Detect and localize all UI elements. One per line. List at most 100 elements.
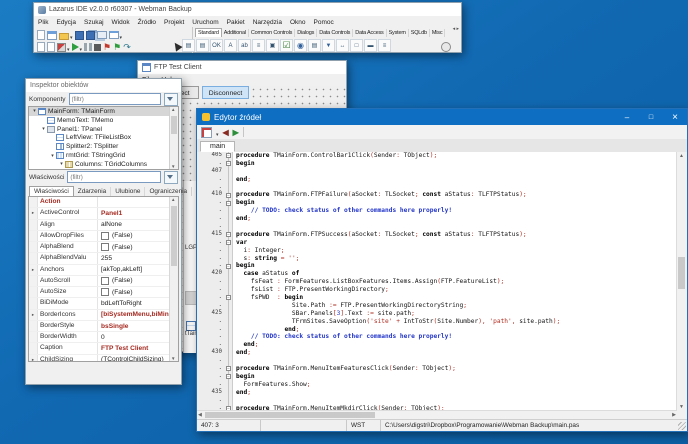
gutter-line-number[interactable]: .: [197, 278, 225, 287]
editor-titlebar[interactable]: Edytor źródeł: [197, 109, 687, 125]
gutter-line-number[interactable]: .: [197, 238, 225, 247]
inspector-tab[interactable]: Ograniczenia: [145, 187, 193, 196]
property-row[interactable]: AllowDropFiles (False): [29, 230, 178, 243]
palette-options-button[interactable]: [441, 42, 451, 52]
tree-item[interactable]: ▾ Panel1: TPanel: [29, 125, 178, 134]
tmemo-component-icon[interactable]: ≡: [252, 39, 265, 52]
palette-tab[interactable]: System: [387, 29, 409, 37]
code-line[interactable]: . procedure TMainForm.MenuItemFeaturesCli…: [197, 365, 677, 373]
inspector-titlebar[interactable]: Inspektor obiektów: [26, 79, 181, 92]
gutter-line-number[interactable]: 430: [197, 349, 225, 358]
tree-expander-icon[interactable]: ▾: [58, 161, 65, 167]
property-row[interactable]: ▸ ChildSizing (TControlChildSizing): [29, 354, 178, 361]
menu-item[interactable]: Projekt: [160, 19, 188, 26]
property-value[interactable]: (False): [98, 231, 178, 240]
property-row[interactable]: AutoScroll (False): [29, 275, 178, 288]
fold-icon[interactable]: [226, 263, 231, 269]
gutter-line-number[interactable]: .: [197, 159, 225, 168]
property-value[interactable]: [biSystemMenu,biMinimize,biMaximiz: [98, 311, 178, 318]
palette-tab[interactable]: Data Access: [353, 29, 387, 37]
property-grid-scrollbar[interactable]: [169, 197, 178, 361]
tcheckbox-component-icon[interactable]: ☑: [280, 39, 293, 52]
menu-item[interactable]: Widok: [108, 19, 134, 26]
new-form-button[interactable]: [47, 30, 57, 40]
gutter-line-number[interactable]: .: [197, 254, 225, 263]
fold-icon[interactable]: [226, 295, 231, 301]
fold-icon[interactable]: [226, 374, 231, 380]
code-line[interactable]: . var: [197, 238, 677, 247]
inspector-tab[interactable]: Właściwości: [29, 186, 74, 196]
gutter-line-number[interactable]: .: [197, 396, 225, 405]
view-forms-button[interactable]: [47, 42, 55, 52]
property-value[interactable]: 0: [98, 334, 178, 341]
property-value[interactable]: FTP Test Client: [98, 345, 178, 352]
gutter-line-number[interactable]: 420: [197, 270, 225, 279]
code-area[interactable]: 405 procedure TMainForm.ControlBar1Click(…: [197, 152, 677, 411]
fold-icon[interactable]: [226, 153, 231, 159]
code-line[interactable]: . begin: [197, 262, 677, 271]
menu-item[interactable]: Plik: [34, 19, 52, 26]
checkbox-icon[interactable]: [101, 288, 109, 297]
run-button[interactable]: [71, 38, 83, 56]
tree-item[interactable]: Splitter2: TSplitter: [29, 142, 178, 151]
run-to-cursor-button[interactable]: ↷: [123, 42, 131, 52]
code-line[interactable]: 405 procedure TMainForm.ControlBar1Click(…: [197, 152, 677, 160]
tedit-component-icon[interactable]: ab: [238, 39, 251, 52]
property-value[interactable]: bsSingle: [98, 323, 178, 330]
property-row[interactable]: Align alNone: [29, 219, 178, 231]
gutter-line-number[interactable]: .: [197, 301, 225, 310]
gutter-line-number[interactable]: .: [197, 317, 225, 326]
fold-icon[interactable]: [226, 161, 231, 167]
code-line[interactable]: . begin: [197, 199, 677, 208]
checkbox-icon[interactable]: [101, 231, 109, 240]
code-line[interactable]: 430 end;: [197, 349, 677, 358]
property-row[interactable]: BorderStyle bsSingle: [29, 320, 178, 333]
property-row[interactable]: ▸ Anchors [akTop,akLeft]: [29, 264, 178, 276]
code-line[interactable]: 420 case aStatus of: [197, 270, 677, 279]
property-value[interactable]: (False): [98, 243, 178, 252]
tpopupmenu-component-icon[interactable]: ▤: [196, 39, 209, 52]
step-over-button[interactable]: ⚑: [113, 42, 121, 52]
palette-tab[interactable]: Misc: [430, 29, 446, 37]
change-build-mode-button-dropdown[interactable]: [67, 38, 70, 56]
gutter-line-number[interactable]: .: [197, 286, 225, 295]
property-row[interactable]: Action: [29, 197, 178, 209]
tbutton-component-icon[interactable]: OK: [210, 39, 223, 52]
palette-tab[interactable]: Pascal Script: [445, 29, 447, 37]
menu-item[interactable]: Edycja: [52, 19, 80, 26]
gutter-line-number[interactable]: 425: [197, 309, 225, 318]
menu-item[interactable]: Źródło: [134, 19, 160, 26]
new-unit-button[interactable]: [37, 30, 45, 40]
cursor-tool-icon[interactable]: [168, 39, 181, 52]
code-line[interactable]: . Site.Path := FTP.PresentWorkingDirecto…: [197, 301, 677, 310]
code-line[interactable]: .: [197, 396, 677, 405]
property-row[interactable]: BorderWidth 0: [29, 332, 178, 344]
code-line[interactable]: . end;: [197, 215, 677, 224]
property-expander-icon[interactable]: ▸: [29, 309, 38, 320]
tradiobutton-component-icon[interactable]: ◉: [294, 39, 307, 52]
code-line[interactable]: . fsPWD : begin: [197, 294, 677, 302]
property-expander-icon[interactable]: ▸: [29, 354, 38, 361]
inspector-tab[interactable]: Zdarzenia: [74, 187, 112, 196]
palette-tab[interactable]: Dialogs: [295, 29, 318, 37]
palette-scroll-arrows-icon[interactable]: ◂ ▸: [453, 26, 459, 32]
horizontal-scrollbar-thumb[interactable]: [205, 412, 375, 418]
gutter-line-number[interactable]: .: [197, 262, 225, 271]
gutter-line-number[interactable]: .: [197, 341, 225, 350]
properties-funnel-icon[interactable]: [164, 170, 178, 184]
palette-tab[interactable]: Data Controls: [317, 29, 354, 37]
fold-icon[interactable]: [226, 240, 231, 246]
property-row[interactable]: Caption FTP Test Client: [29, 343, 178, 355]
tree-scrollbar-thumb[interactable]: [171, 116, 177, 134]
code-line[interactable]: . fsFeat : FormFeatures.ListBoxFeatures.…: [197, 278, 677, 287]
view-units-button[interactable]: [37, 42, 45, 52]
code-line[interactable]: .: [197, 183, 677, 192]
property-value[interactable]: [akTop,akLeft]: [98, 266, 178, 273]
code-line[interactable]: 435 end;: [197, 388, 677, 397]
tcombobox-component-icon[interactable]: ▼: [322, 39, 335, 52]
gutter-line-number[interactable]: .: [197, 372, 225, 381]
gutter-line-number[interactable]: 415: [197, 230, 225, 239]
components-filter-input[interactable]: [68, 93, 161, 105]
forward-button[interactable]: ▶: [233, 128, 239, 137]
tree-item[interactable]: MemoText: TMemo: [29, 116, 178, 125]
